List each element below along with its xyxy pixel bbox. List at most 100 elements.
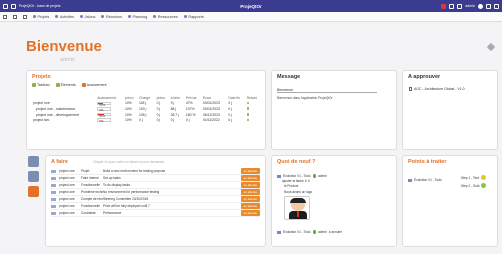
notification-icon[interactable] xyxy=(449,3,455,9)
tab-label: Tableau xyxy=(37,83,50,87)
item-type-icon xyxy=(51,169,56,173)
cell-value: 0 j xyxy=(139,118,143,123)
list-item[interactable]: project one Compte de réunionsSteering Co… xyxy=(51,196,260,203)
activities-icon xyxy=(55,15,59,18)
menu-item-activities[interactable]: Activités xyxy=(55,15,74,19)
menu-label: Rapports xyxy=(188,14,204,19)
step-label: Step 2 - Sold xyxy=(461,183,480,188)
planning-icon xyxy=(128,15,131,18)
news-item-text: Évolution V1 - Todo xyxy=(283,174,311,178)
item-project: project one xyxy=(59,211,75,215)
approve-item-label: AGC - Architecture Global - V1.0 xyxy=(414,87,465,91)
refresh-icon[interactable] xyxy=(23,14,27,19)
tab-label: Avancement xyxy=(86,83,107,87)
todo-panel: A faire Cliquer ici pour créer un ticket… xyxy=(45,155,266,247)
progress-label: 37% xyxy=(99,102,106,107)
handle-item[interactable]: Évolution V1 - Todo xyxy=(408,178,442,182)
news-item[interactable]: Évolution V1 - Todo admin à annuler xyxy=(277,230,342,234)
step-status-icon[interactable] xyxy=(481,183,487,188)
menu-item-planning[interactable]: Planning xyxy=(128,15,147,19)
list-item[interactable]: project one Fonctionnelle To do display ta… xyxy=(51,182,260,189)
menu-item-milestones[interactable]: Jalons xyxy=(79,14,96,19)
step-status-icon[interactable] xyxy=(480,175,486,180)
step-row: Step 1 - Test xyxy=(461,175,486,180)
logout-icon[interactable] xyxy=(494,3,499,9)
grid-icon[interactable] xyxy=(13,14,17,19)
approve-item[interactable]: AGC - Architecture Global - V1.0 xyxy=(409,87,465,91)
todo-list: project one Projet Build a new environment… xyxy=(46,168,265,217)
list-item[interactable]: project one Faire interne Set-up tasks en a… xyxy=(51,175,260,182)
todo-create-input[interactable]: Cliquer ici pour créer un ticket ou une … xyxy=(93,160,164,164)
item-project: project one xyxy=(59,176,75,180)
comment-icon xyxy=(277,230,281,234)
item-type: Contrainte xyxy=(81,211,96,215)
side-warning-button[interactable] xyxy=(28,186,39,197)
menu-label: Jalons xyxy=(84,14,96,19)
help-icon[interactable] xyxy=(457,3,463,9)
status-indicator xyxy=(246,117,262,123)
menu-item-projects[interactable]: Projets xyxy=(33,15,49,19)
status-button[interactable]: en attente xyxy=(240,175,260,181)
document-icon xyxy=(409,87,412,91)
list-item[interactable]: project one Projet Build a new environment… xyxy=(51,168,260,175)
item-description: To do display tasks xyxy=(103,183,130,187)
status-button[interactable]: en attente xyxy=(240,168,260,174)
back-icon[interactable] xyxy=(3,3,8,9)
item-type: Fonctionnelle xyxy=(81,183,100,187)
news-item[interactable]: Évolution V1 - Todo admin xyxy=(277,174,327,178)
news-author: admin xyxy=(318,174,327,178)
user-status-icon xyxy=(312,174,317,178)
progress-label: 51% xyxy=(99,113,106,118)
table-row[interactable]: project two 0% 10% 0 j 0 j 0 j 0 j 04/11/2022 0 … xyxy=(32,117,262,123)
menu-item-meetings[interactable]: Réunions xyxy=(101,15,122,19)
list-item[interactable]: project one Fonctionnelle Price will be fu… xyxy=(51,203,260,210)
welcome-title: Bienvenue xyxy=(26,38,102,55)
avatar[interactable] xyxy=(478,3,483,9)
status-button[interactable]: en attente xyxy=(240,182,260,188)
home-icon[interactable] xyxy=(11,3,16,9)
handle-panel: Points à traiter Évolution V1 - Todo Ste… xyxy=(402,155,498,247)
tab-elements[interactable]: Éléments xyxy=(55,83,76,88)
side-info-button[interactable] xyxy=(28,156,39,167)
menu-label: Ressources xyxy=(157,14,178,19)
item-type: Compte de réunions xyxy=(81,197,103,201)
message-input[interactable]: Bienvenue xyxy=(277,88,377,93)
status-dot xyxy=(246,113,250,116)
status-dot xyxy=(246,118,250,122)
user-name[interactable]: admin xyxy=(465,4,475,8)
menu-label: Projets xyxy=(37,14,50,19)
news-author: admin xyxy=(318,230,327,234)
status-button[interactable]: en attente xyxy=(240,203,260,209)
menu-item-reports[interactable]: Rapports xyxy=(183,14,204,19)
menu-toggle-icon[interactable] xyxy=(3,14,7,19)
status-button[interactable]: en attente xyxy=(240,196,260,202)
progress-bar: 0% xyxy=(97,107,112,112)
meetings-icon xyxy=(101,15,105,18)
step-row: Step 2 - Sold xyxy=(461,183,487,188)
list-item[interactable]: project one Problème techniqueNo environm… xyxy=(51,189,260,196)
approve-title: A approuver xyxy=(408,74,441,80)
welcome-user: admin xyxy=(60,57,75,63)
status-button[interactable]: en attente xyxy=(240,189,260,195)
tab-progress[interactable]: Avancement xyxy=(81,83,107,88)
status-button[interactable]: en attente xyxy=(240,210,260,216)
brand-title: ProjeQtOr xyxy=(240,3,262,9)
alert-icon[interactable] xyxy=(441,3,447,9)
edit-icon[interactable] xyxy=(486,42,496,52)
tab-table[interactable]: Tableau xyxy=(32,83,50,88)
item-project: project one xyxy=(59,169,75,173)
resources-icon xyxy=(153,15,157,18)
menu-label: Activités xyxy=(59,14,74,19)
milestones-icon xyxy=(79,15,83,18)
settings-icon[interactable] xyxy=(486,3,491,9)
menu-label: Réunions xyxy=(105,14,122,19)
item-type: Problème technique xyxy=(81,190,103,194)
side-user-button[interactable] xyxy=(28,171,39,182)
item-type-icon xyxy=(51,176,56,180)
list-item[interactable]: project one Contrainte Performance en atten… xyxy=(51,210,260,217)
message-text: Bienvenue dans l'application ProjeQtOr xyxy=(277,96,333,100)
tab-label: Éléments xyxy=(60,83,76,87)
menu-item-resources[interactable]: Ressources xyxy=(153,15,178,19)
handle-title: Points à traiter xyxy=(408,159,447,165)
projects-icon xyxy=(33,15,36,18)
